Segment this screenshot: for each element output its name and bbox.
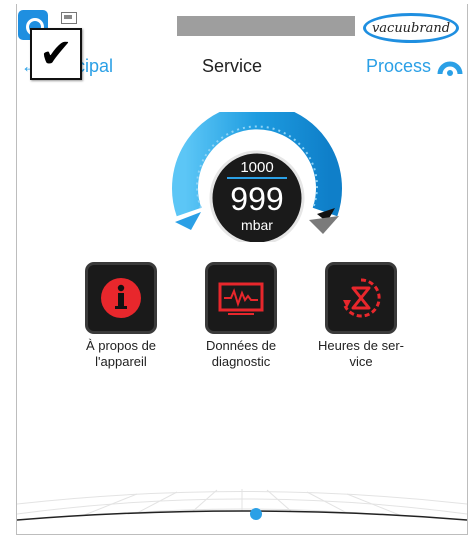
process-gauge-icon xyxy=(437,61,463,76)
diagnostic-monitor-icon xyxy=(218,282,264,315)
diagnostic-data-label: Données de diagnostic xyxy=(205,338,277,369)
status-bar: vacuubrand xyxy=(17,4,467,43)
gauge-setpoint: 1000 xyxy=(240,159,273,176)
diagnostic-data-button[interactable] xyxy=(205,262,277,334)
nav-bar: ← principal Service Process xyxy=(17,44,467,84)
process-label: Process xyxy=(365,56,431,76)
device-screen: vacuubrand ← principal Service Process xyxy=(16,4,468,535)
hourglass-icon xyxy=(343,278,381,318)
page-title-text: Service xyxy=(201,56,263,76)
vacuubrand-logo: vacuubrand xyxy=(363,13,459,43)
info-icon xyxy=(101,278,141,318)
redacted-bar xyxy=(177,16,355,36)
service-hours-button[interactable] xyxy=(325,262,397,334)
floor-grid-decoration xyxy=(17,489,467,534)
pressure-gauge: 1000 999 mbar xyxy=(167,103,347,246)
about-device-button[interactable] xyxy=(85,262,157,334)
battery-icon xyxy=(61,12,77,24)
gauge-value: 999 xyxy=(230,181,283,217)
process-button[interactable]: Process xyxy=(366,56,463,77)
gauge-unit: mbar xyxy=(241,217,273,233)
service-hours-label: Heures de ser- vice xyxy=(318,338,404,369)
checkmark-icon: ✔ xyxy=(30,28,82,80)
about-device-label: À propos de l'appareil xyxy=(85,338,157,369)
page-indicator-dot[interactable] xyxy=(250,508,262,520)
